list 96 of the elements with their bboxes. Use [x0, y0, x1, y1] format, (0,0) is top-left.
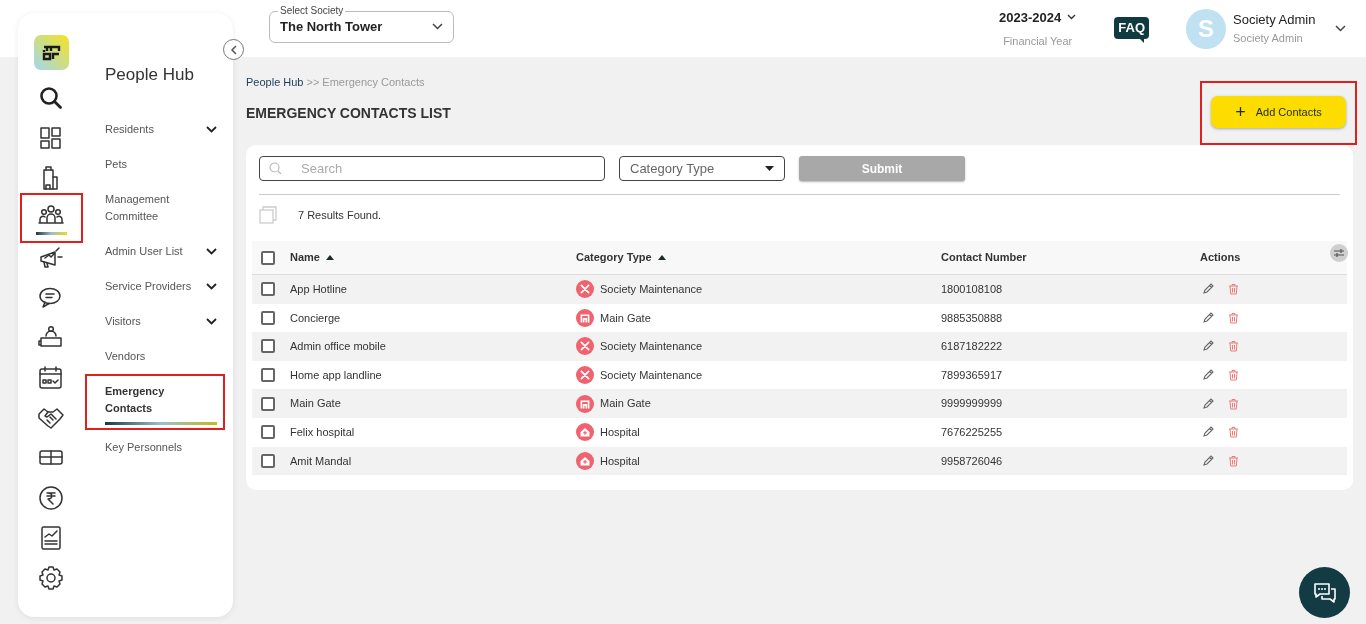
sidebar-item[interactable]: Management Committee	[105, 184, 217, 232]
rupee-icon[interactable]	[38, 485, 64, 511]
year-caption: Financial Year	[1003, 34, 1073, 49]
sort-up-icon	[325, 255, 334, 260]
checkbox[interactable]	[261, 282, 275, 297]
field-label: Select Society	[278, 4, 346, 17]
user-name: Society Admin	[1233, 12, 1317, 28]
table-cell-text: App Hotline	[290, 282, 348, 298]
handshake-icon[interactable]	[38, 405, 64, 431]
table-cell-text: 1800108108	[941, 282, 1004, 298]
settings-icon[interactable]	[38, 565, 64, 591]
checkbox[interactable]	[261, 396, 275, 411]
megaphone-icon[interactable]	[38, 245, 64, 271]
chat-icon	[1312, 581, 1337, 604]
checkbox[interactable]	[261, 310, 275, 325]
delete-icon[interactable]	[1228, 426, 1239, 439]
caret-down-icon	[765, 166, 774, 171]
dashboard-icon[interactable]	[38, 125, 64, 151]
chevron-left-icon	[229, 44, 238, 55]
checkbox[interactable]	[261, 453, 275, 468]
table-cell-text: Amit Mandal	[290, 453, 353, 469]
chevron-down-icon	[432, 23, 443, 30]
table-cell-text: Society Maintenance	[600, 367, 703, 383]
sidebar-item[interactable]: Residents	[105, 114, 217, 145]
sidebar-title: People Hub	[105, 64, 195, 86]
table-cell-text: 9999999999	[941, 396, 1004, 412]
chat-icon[interactable]	[38, 285, 64, 311]
sidebar-item[interactable]: Key Personnels	[105, 432, 217, 463]
table-cell-text: Hospital	[600, 425, 640, 440]
sidebar-item[interactable]: Pets	[105, 149, 217, 180]
add-contacts-button[interactable]: + Add Contacts	[1211, 96, 1346, 128]
breadcrumb-separator: >>	[306, 75, 320, 89]
column-header: Contact Number	[941, 250, 1027, 266]
checkbox[interactable]	[261, 339, 275, 354]
app-logo[interactable]	[33, 35, 69, 70]
gate-icon	[576, 394, 594, 413]
edit-icon[interactable]	[1202, 311, 1214, 324]
search-icon	[269, 162, 282, 175]
select-all-checkbox[interactable]	[261, 250, 275, 265]
table-cell-text: Society Maintenance	[600, 282, 703, 298]
house-icon	[576, 451, 594, 470]
table-cell-text: Felix hospital	[290, 425, 356, 440]
tools-icon	[576, 366, 594, 385]
gate-icon	[576, 308, 594, 327]
search-field[interactable]: Search	[259, 156, 605, 181]
results-count: 7 Results Found.	[298, 207, 382, 223]
edit-icon[interactable]	[1202, 426, 1214, 439]
sidebar-item[interactable]: Vendors	[105, 341, 217, 372]
delete-icon[interactable]	[1228, 369, 1239, 382]
breadcrumb-link[interactable]: People Hub	[246, 75, 304, 89]
table-cell-text: Admin office mobile	[290, 339, 387, 355]
column-header[interactable]: Name	[290, 249, 334, 266]
user-role: Society Admin	[1233, 31, 1304, 45]
report-icon[interactable]	[38, 525, 64, 551]
tools-icon	[576, 337, 594, 356]
edit-icon[interactable]	[1202, 397, 1214, 410]
breadcrumb-current: Emergency Contacts	[322, 75, 425, 89]
sidebar-item[interactable]: Emergency Contacts	[105, 376, 217, 424]
checkbox[interactable]	[261, 368, 275, 383]
sidebar-item[interactable]: Visitors	[105, 306, 217, 337]
table-cell-text: 9958726046	[941, 453, 1004, 469]
table-cell-text: Society Maintenance	[600, 339, 703, 355]
year-select[interactable]: 2023-2024	[999, 7, 1077, 27]
table-cell-text: Home app landline	[290, 367, 383, 383]
column-header[interactable]: Category Type	[576, 249, 666, 266]
edit-icon[interactable]	[1202, 283, 1214, 296]
sort-up-icon	[657, 255, 666, 260]
house-icon	[576, 423, 594, 442]
calendar-icon[interactable]	[38, 365, 64, 391]
collapse-button[interactable]	[223, 39, 244, 60]
chevron-down-icon	[1067, 14, 1077, 21]
sidebar-item[interactable]: Service Providers	[105, 271, 217, 302]
table-cell-text: Main Gate	[600, 310, 651, 326]
table-cell-text: Concierge	[290, 310, 342, 326]
sidebar-item[interactable]: Admin User List	[105, 236, 217, 267]
table-cell-text: Main Gate	[290, 396, 342, 412]
edit-icon[interactable]	[1202, 369, 1214, 382]
edit-icon[interactable]	[1202, 340, 1214, 353]
table-cell-text: 7899365917	[941, 367, 1004, 383]
chat-button[interactable]	[1299, 567, 1350, 618]
table-cell-text: 6187182222	[941, 339, 1004, 355]
field-value: The North Tower	[280, 17, 384, 36]
checkbox[interactable]	[261, 425, 275, 440]
delete-icon[interactable]	[1228, 311, 1239, 324]
edit-icon[interactable]	[1202, 454, 1214, 467]
column-settings-icon[interactable]	[1330, 244, 1348, 262]
chevron-down-icon[interactable]	[1335, 25, 1346, 32]
table-cell-text: 9885350888	[941, 310, 1004, 326]
table-cell-text: 7676225255	[941, 425, 1004, 440]
search-icon[interactable]	[38, 85, 64, 111]
table-cell-text: Main Gate	[600, 396, 651, 412]
tools-icon	[576, 280, 594, 299]
column-header: Actions	[1200, 250, 1241, 266]
category-dropdown[interactable]: Category Type	[619, 156, 785, 181]
page-title: EMERGENCY CONTACTS LIST	[246, 104, 452, 123]
table-cell-text: Hospital	[600, 453, 640, 469]
